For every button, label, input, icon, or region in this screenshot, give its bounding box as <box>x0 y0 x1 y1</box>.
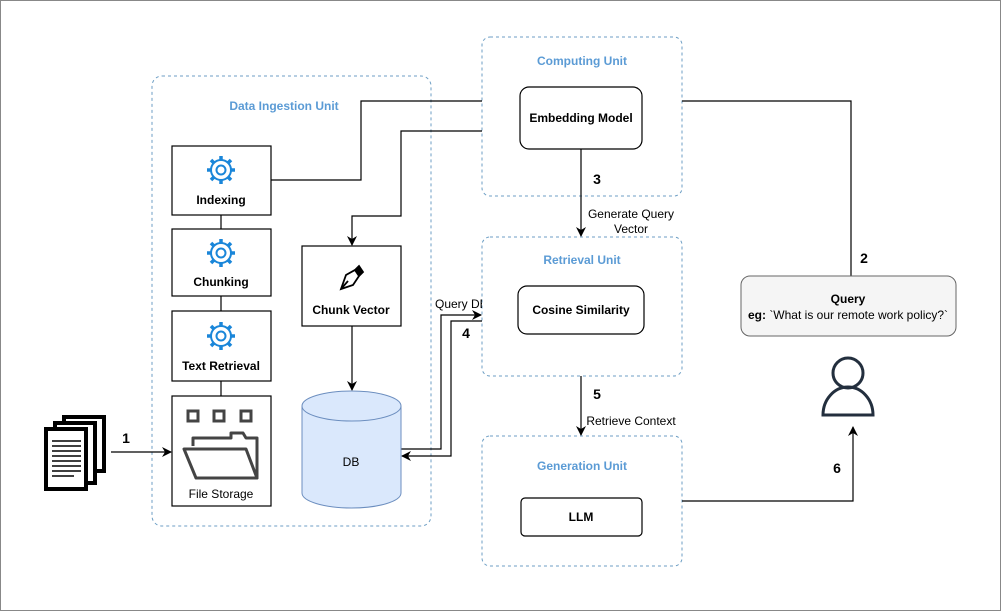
query-example: eg: `What is our remote work policy?` <box>748 308 948 322</box>
chunking-label: Chunking <box>193 275 248 289</box>
edge-retrieval-db <box>401 320 482 461</box>
cosine-similarity-node[interactable]: Cosine Similarity <box>517 285 645 335</box>
step-3-label: 3 <box>593 171 601 187</box>
query-node[interactable]: Query eg: `What is our remote work polic… <box>740 275 957 337</box>
chunk-vector-node[interactable]: Chunk Vector <box>301 245 402 327</box>
chunk-vector-label: Chunk Vector <box>312 303 390 317</box>
indexing-node[interactable]: Indexing <box>171 145 272 216</box>
embedding-model-node[interactable]: Embedding Model <box>519 86 643 150</box>
llm-node[interactable]: LLM <box>520 497 643 537</box>
step-4-text: Query DB <box>435 297 488 311</box>
llm-label: LLM <box>569 510 594 524</box>
db-node[interactable]: DB <box>301 390 402 509</box>
step-5-label: 5 <box>593 386 601 402</box>
step-1-label: 1 <box>122 430 130 446</box>
step-5-text: Retrieve Context <box>586 414 676 428</box>
edge-query-computing <box>682 100 852 276</box>
edge-computing-chunk-vector <box>347 130 482 246</box>
step-3-text-line2: Vector <box>614 222 648 236</box>
step-6-label: 6 <box>833 460 841 476</box>
computing-unit-label: Computing Unit <box>537 54 627 68</box>
cosine-similarity-label: Cosine Similarity <box>532 303 630 317</box>
indexing-label: Indexing <box>196 193 245 207</box>
step-4-label: 4 <box>462 325 470 341</box>
diagram-canvas: Data Ingestion Unit Computing Unit Retri… <box>0 0 1001 611</box>
text-retrieval-node[interactable]: Text Retrieval <box>171 310 272 382</box>
chunking-node[interactable]: Chunking <box>171 228 272 297</box>
generation-unit-label: Generation Unit <box>537 459 627 473</box>
file-storage-node[interactable]: File Storage <box>171 395 272 507</box>
step-2-label: 2 <box>860 250 868 266</box>
query-title: Query <box>831 292 866 306</box>
embedding-model-label: Embedding Model <box>529 111 632 125</box>
edge-generation-user <box>682 426 858 502</box>
user-icon <box>821 356 875 417</box>
step-3-text-line1: Generate Query <box>588 207 674 221</box>
documents-icon <box>44 415 106 491</box>
retrieval-unit-label: Retrieval Unit <box>543 253 620 267</box>
text-retrieval-label: Text Retrieval <box>182 359 260 373</box>
file-storage-label: File Storage <box>189 487 254 501</box>
db-label: DB <box>343 455 360 469</box>
data-ingestion-unit-label: Data Ingestion Unit <box>229 99 338 113</box>
diagram: Data Ingestion Unit Computing Unit Retri… <box>44 36 957 567</box>
